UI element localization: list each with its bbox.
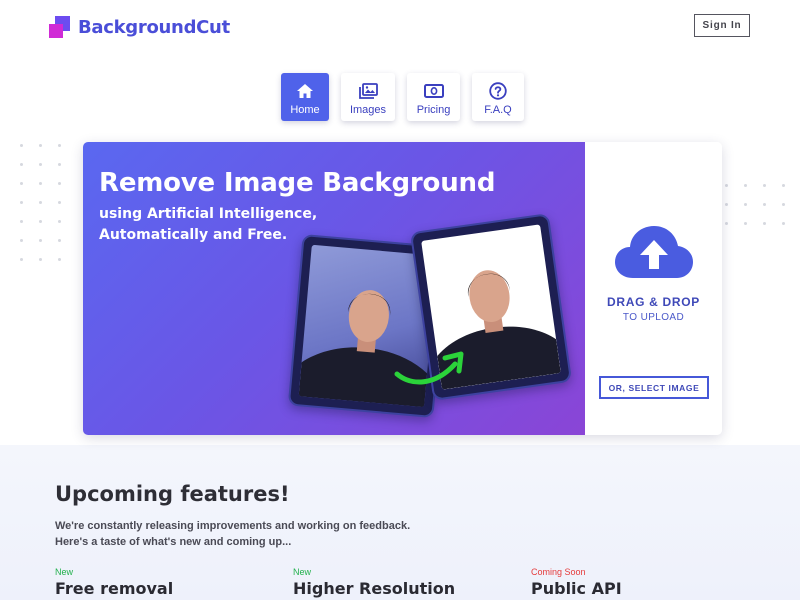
sign-in-button[interactable]: Sign In: [694, 14, 750, 37]
feature-item: New Free removal: [55, 567, 173, 598]
features-description-line1: We're constantly releasing improvements …: [55, 520, 411, 532]
feature-item: New Higher Resolution: [293, 567, 455, 598]
decorative-dot: [39, 201, 42, 204]
cloud-upload-icon: [615, 226, 693, 278]
decorative-dot: [58, 220, 61, 223]
transform-arrow-icon: [394, 351, 464, 385]
images-icon: [358, 82, 378, 100]
hero-banner: Remove Image Background using Artificial…: [83, 142, 585, 435]
hero-title: Remove Image Background: [99, 168, 496, 198]
brand-logo[interactable]: BackgroundCut: [49, 16, 230, 38]
decorative-dot: [20, 144, 23, 147]
feature-tag: New: [293, 567, 312, 577]
decorative-dot: [58, 163, 61, 166]
decorative-dot: [58, 144, 61, 147]
decorative-dot: [58, 182, 61, 185]
feature-name: Free removal: [55, 579, 174, 598]
upload-dropzone[interactable]: DRAG & DROP TO UPLOAD OR, SELECT IMAGE: [585, 142, 722, 435]
decorative-dot: [39, 144, 42, 147]
decorative-dot: [782, 203, 785, 206]
select-image-button[interactable]: OR, SELECT IMAGE: [599, 376, 709, 399]
tab-images-label: Images: [349, 104, 387, 116]
decorative-dot: [39, 220, 42, 223]
decorative-dot: [39, 163, 42, 166]
decorative-dot: [763, 184, 766, 187]
features-title: Upcoming features!: [55, 482, 290, 506]
hero-subtitle-line2: Automatically and Free.: [99, 227, 288, 243]
decorative-dot: [782, 184, 785, 187]
home-icon: [296, 82, 314, 100]
decorative-dot: [20, 182, 23, 185]
tab-pricing[interactable]: Pricing: [407, 73, 460, 121]
decorative-dot: [763, 222, 766, 225]
hero-subtitle: using Artificial Intelligence, Automatic…: [99, 204, 317, 246]
feature-name: Higher Resolution: [293, 579, 456, 598]
tab-pricing-label: Pricing: [416, 104, 451, 116]
decorative-dot: [58, 239, 61, 242]
hero-subtitle-line1: using Artificial Intelligence,: [99, 206, 318, 222]
question-icon: [489, 82, 507, 100]
tab-images[interactable]: Images: [341, 73, 395, 121]
decorative-dot: [744, 184, 747, 187]
decorative-dot: [20, 201, 23, 204]
decorative-dots-right: [725, 184, 795, 244]
tab-faq-label: F.A.Q: [484, 104, 512, 116]
decorative-dot: [725, 184, 728, 187]
decorative-dot: [39, 182, 42, 185]
decorative-dot: [725, 222, 728, 225]
feature-tag: New: [55, 567, 74, 577]
tab-faq[interactable]: F.A.Q: [472, 73, 524, 121]
hero-card: Remove Image Background using Artificial…: [83, 142, 722, 435]
decorative-dot: [39, 239, 42, 242]
decorative-dot: [20, 239, 23, 242]
decorative-dot: [58, 258, 61, 261]
features-description-line2: Here's a taste of what's new and coming …: [55, 536, 292, 548]
money-icon: [423, 82, 444, 100]
decorative-dot: [725, 203, 728, 206]
brand-name: BackgroundCut: [78, 16, 230, 38]
decorative-dots-left: [20, 144, 80, 274]
drag-drop-label: DRAG & DROP: [606, 295, 701, 309]
decorative-dot: [20, 258, 23, 261]
tab-home-label: Home: [290, 104, 320, 116]
decorative-dot: [20, 220, 23, 223]
decorative-dot: [782, 222, 785, 225]
decorative-dot: [39, 258, 42, 261]
drag-drop-sublabel: TO UPLOAD: [622, 312, 685, 323]
decorative-dot: [763, 203, 766, 206]
decorative-dot: [58, 201, 61, 204]
logo-icon: [49, 16, 71, 38]
decorative-dot: [20, 163, 23, 166]
tab-home[interactable]: Home: [281, 73, 329, 121]
decorative-dot: [744, 203, 747, 206]
feature-item: Coming Soon Public API: [531, 567, 622, 598]
features-description: We're constantly releasing improvements …: [55, 518, 410, 550]
feature-tag: Coming Soon: [531, 567, 586, 577]
feature-name: Public API: [531, 579, 622, 598]
decorative-dot: [744, 222, 747, 225]
